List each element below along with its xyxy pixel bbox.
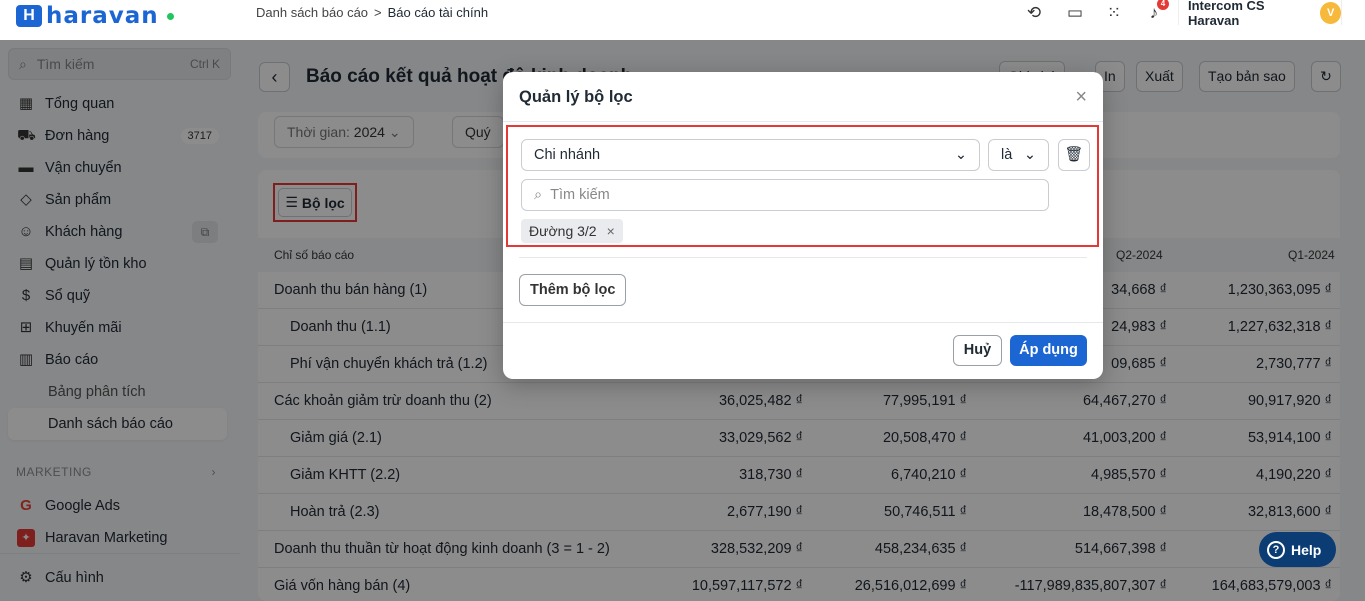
avatar: V bbox=[1320, 1, 1341, 24]
apply-button[interactable]: Áp dụng bbox=[1010, 335, 1087, 366]
divider bbox=[519, 257, 1087, 258]
remove-tag-icon[interactable]: × bbox=[607, 219, 615, 243]
trash-icon: 🗑 bbox=[1064, 146, 1084, 163]
close-icon[interactable]: × bbox=[1075, 86, 1087, 109]
breadcrumb-current: Báo cáo tài chính bbox=[387, 5, 489, 20]
operator-value: là bbox=[1001, 147, 1013, 163]
question-icon: ? bbox=[1267, 540, 1285, 559]
search-placeholder: Tìm kiếm bbox=[550, 187, 610, 203]
filter-value-search[interactable]: ⌕ Tìm kiếm bbox=[521, 179, 1049, 211]
online-status-dot bbox=[166, 12, 174, 20]
divider bbox=[503, 121, 1103, 122]
notification-badge: 4 bbox=[1157, 0, 1169, 10]
chevron-down-icon: ⌄ bbox=[1023, 147, 1036, 163]
tag-label: Đường 3/2 bbox=[529, 223, 597, 239]
filter-condition-highlight: Chi nhánh ⌄ là ⌄ 🗑 ⌕ Tìm kiếm Đường 3/2 × bbox=[506, 125, 1099, 247]
add-filter-button[interactable]: Thêm bộ lọc bbox=[519, 274, 627, 306]
breadcrumb-separator: > bbox=[374, 5, 382, 20]
cancel-button[interactable]: Huỷ bbox=[953, 335, 1002, 366]
chevron-down-icon: ⌄ bbox=[954, 147, 967, 163]
selected-value-tag: Đường 3/2 × bbox=[521, 219, 623, 243]
logo-mark: H bbox=[16, 5, 42, 27]
filter-operator-select[interactable]: là ⌄ bbox=[988, 139, 1049, 171]
field-value: Chi nhánh bbox=[534, 147, 601, 163]
user-name: Intercom CS Haravan bbox=[1188, 0, 1265, 28]
chat-icon[interactable]: ▭ bbox=[1066, 4, 1084, 22]
help-label: Help bbox=[1291, 541, 1322, 558]
modal-title: Quản lý bộ lọc bbox=[519, 88, 633, 106]
breadcrumb: Danh sách báo cáo > Báo cáo tài chính bbox=[256, 5, 488, 20]
logo-text: haravan bbox=[46, 3, 159, 29]
help-button[interactable]: ? Help bbox=[1259, 532, 1336, 567]
user-menu[interactable]: Intercom CS Haravan V bbox=[1178, 0, 1342, 28]
filter-manager-modal: Quản lý bộ lọc × Chi nhánh ⌄ là ⌄ 🗑 ⌕ Tìm k… bbox=[503, 72, 1103, 379]
divider bbox=[503, 322, 1103, 323]
top-bar: H haravan Danh sách báo cáo > Báo cáo tà… bbox=[0, 0, 1365, 40]
haravan-logo[interactable]: H haravan bbox=[16, 3, 174, 29]
filter-field-select[interactable]: Chi nhánh ⌄ bbox=[521, 139, 980, 171]
search-icon: ⌕ bbox=[534, 187, 543, 203]
apps-grid-icon[interactable]: ⁙ bbox=[1105, 4, 1123, 22]
history-icon[interactable]: ⟲ bbox=[1025, 4, 1043, 22]
breadcrumb-parent[interactable]: Danh sách báo cáo bbox=[256, 5, 368, 20]
delete-filter-button[interactable]: 🗑 bbox=[1058, 139, 1090, 171]
